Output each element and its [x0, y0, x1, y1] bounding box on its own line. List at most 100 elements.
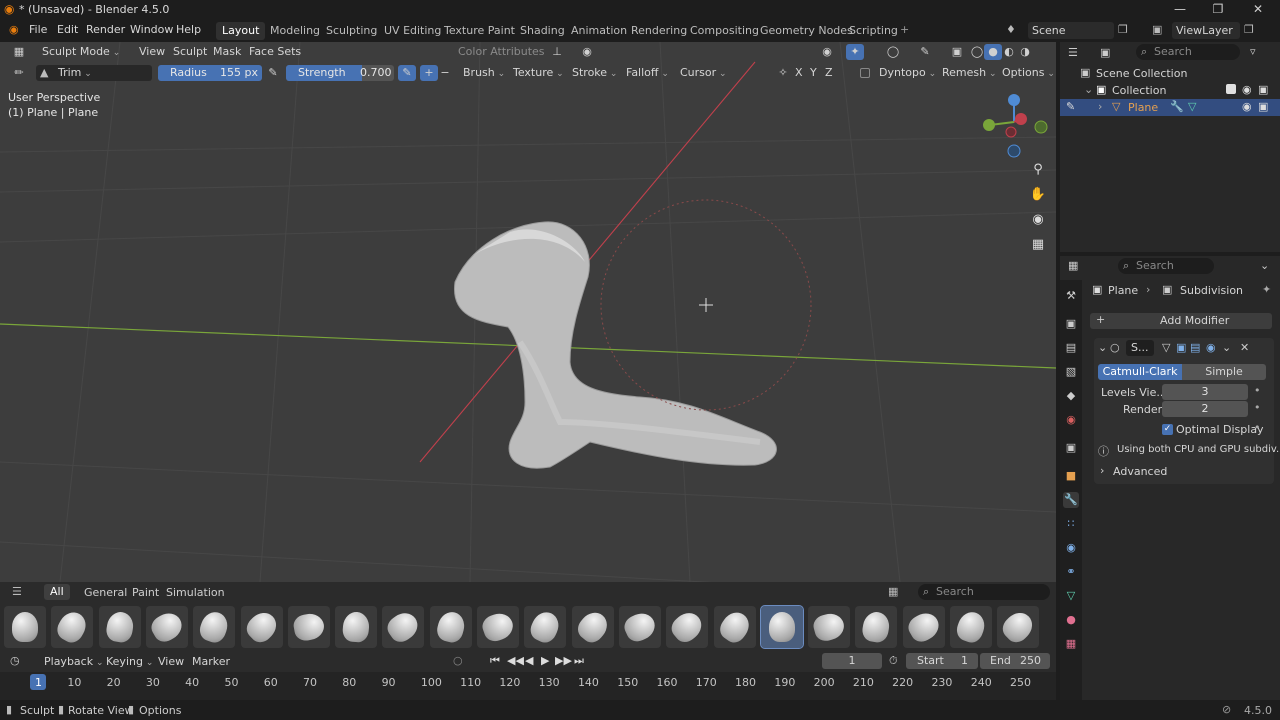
shelf-tab-all[interactable]: All — [44, 584, 70, 600]
keyframe-dot-icon[interactable]: • — [1254, 384, 1261, 397]
menu-face-sets[interactable]: Face Sets — [249, 45, 301, 58]
start-frame-field[interactable]: Start 1 — [906, 653, 978, 669]
outliner-row-scene-collection[interactable]: ▣ Scene Collection — [1060, 65, 1280, 82]
remesh-menu[interactable]: Remesh — [942, 66, 997, 79]
tab-texture-paint[interactable]: Texture Paint — [438, 22, 521, 40]
subtract-direction-icon[interactable]: − — [436, 65, 454, 81]
tab-compositing[interactable]: Compositing — [684, 22, 765, 40]
object-tab-icon[interactable]: ■ — [1063, 468, 1079, 484]
prev-keyframe-icon[interactable]: ◀◀ — [507, 654, 524, 667]
render-tab-icon[interactable]: ▣ — [1063, 316, 1079, 332]
new-view-layer-icon[interactable]: ❐ — [1244, 23, 1254, 36]
collapse-arrow-icon[interactable]: ⌄ — [1098, 341, 1107, 354]
view-layer-tab-icon[interactable]: ▧ — [1063, 364, 1079, 380]
menu-help[interactable]: Help — [176, 23, 201, 36]
tab-layout[interactable]: Layout — [216, 22, 266, 40]
cage-toggle-icon[interactable]: ▣ — [1176, 341, 1186, 354]
axis-y-toggle[interactable]: Y — [810, 66, 817, 79]
blender-menu-icon[interactable]: ◉ — [9, 23, 19, 36]
properties-options-icon[interactable]: ⌄ — [1260, 259, 1269, 272]
pivot-icon[interactable]: ◉ — [578, 44, 596, 60]
viewport-toggle-icon[interactable]: ▤ — [1190, 341, 1200, 354]
strength-pressure-icon[interactable]: ✎ — [398, 65, 416, 81]
data-tab-icon[interactable]: ▽ — [1063, 588, 1079, 604]
shelf-display-icon[interactable]: ▦ — [888, 585, 898, 598]
camera-view-icon[interactable]: ◉ — [1028, 212, 1048, 232]
keying-menu[interactable]: Keying — [106, 655, 153, 668]
modifier-tab-icon[interactable]: 🔧 — [1063, 492, 1079, 508]
axis-z-toggle[interactable]: Z — [825, 66, 833, 79]
properties-editor-icon[interactable]: ▦ — [1068, 259, 1078, 272]
particles-tab-icon[interactable]: ∷ — [1063, 516, 1079, 532]
view-layer-icon[interactable]: ▣ — [1152, 23, 1162, 36]
brush-thumbnail[interactable] — [759, 605, 804, 649]
close-icon[interactable]: ✕ — [1248, 2, 1268, 18]
brush-thumbnail[interactable] — [571, 606, 614, 648]
brush-thumbnail[interactable] — [477, 606, 519, 648]
outliner-row-plane[interactable]: ✎ › ▽ Plane 🔧 ▽ ◉ ▣ — [1060, 99, 1280, 116]
outliner-row-collection[interactable]: ⌄ ▣ Collection ◉ ▣ — [1060, 82, 1280, 99]
brush-thumbnail[interactable] — [666, 606, 709, 648]
timeline-view-menu[interactable]: View — [158, 655, 184, 668]
brush-thumbnail[interactable] — [429, 606, 472, 648]
menu-file[interactable]: File — [29, 23, 47, 36]
stroke-menu[interactable]: Stroke — [572, 66, 617, 79]
next-keyframe-icon[interactable]: ▶▶ — [555, 654, 572, 667]
brush-thumbnail[interactable] — [98, 606, 141, 648]
play-icon[interactable]: ▶ — [541, 654, 549, 667]
collection-tab-icon[interactable]: ▣ — [1063, 440, 1079, 456]
ortho-grid-icon[interactable]: ▦ — [1028, 237, 1048, 257]
filter-icon[interactable]: ▿ — [1250, 45, 1256, 58]
tab-scripting[interactable]: Scripting — [843, 22, 904, 40]
remove-modifier-icon[interactable]: ✕ — [1240, 341, 1249, 354]
radius-pressure-icon[interactable]: ✎ — [264, 65, 282, 81]
timeline-ruler[interactable]: 1 10 20 30 40 50 60 70 80 90 100 110 120 130 140 150 160… — [0, 672, 1056, 700]
shelf-tab-paint[interactable]: Paint — [132, 586, 159, 599]
jump-end-icon[interactable]: ⏭ — [574, 654, 584, 668]
outliner-search-input[interactable]: Search — [1136, 44, 1240, 60]
advanced-arrow-icon[interactable]: › — [1100, 464, 1104, 477]
scene-selector[interactable]: Scene — [1028, 22, 1114, 39]
playback-menu[interactable]: Playback — [44, 655, 104, 668]
pan-hand-icon[interactable]: ✋ — [1028, 187, 1048, 207]
render-camera-icon[interactable]: ▣ — [1258, 83, 1268, 96]
catmull-clark-button[interactable]: Catmull-Clark — [1098, 364, 1182, 380]
symmetry-icon[interactable]: ⊥ — [548, 44, 566, 60]
simple-button[interactable]: Simple — [1182, 364, 1266, 380]
new-scene-icon[interactable]: ❐ — [1118, 23, 1128, 36]
shelf-tab-simulation[interactable]: Simulation — [166, 586, 225, 599]
menu-sculpt[interactable]: Sculpt — [173, 45, 207, 58]
menu-window[interactable]: Window — [130, 23, 173, 36]
brush-thumbnail[interactable] — [902, 606, 945, 648]
minimize-icon[interactable]: — — [1170, 2, 1190, 18]
expand-arrow-icon[interactable]: › — [1098, 100, 1102, 113]
physics-tab-icon[interactable]: ◉ — [1063, 540, 1079, 556]
brush-thumbnail[interactable] — [287, 606, 330, 648]
auto-key-icon[interactable]: ○ — [453, 654, 463, 667]
hide-eye-icon[interactable]: ◉ — [1242, 100, 1252, 113]
properties-search-input[interactable]: Search — [1118, 258, 1214, 274]
keyframe-dot-icon[interactable]: • — [1254, 401, 1261, 414]
falloff-menu[interactable]: Falloff — [626, 66, 669, 79]
tab-sculpting[interactable]: Sculpting — [320, 22, 383, 40]
play-reverse-icon[interactable]: ◀ — [525, 654, 533, 667]
advanced-subpanel[interactable]: Advanced — [1113, 465, 1167, 478]
tab-animation[interactable]: Animation — [565, 22, 633, 40]
brush-thumbnail[interactable] — [382, 606, 425, 648]
toggle-xray-icon[interactable]: ▣ — [948, 44, 966, 60]
scene-icon[interactable]: ♦ — [1006, 23, 1016, 36]
color-attributes-menu[interactable]: Color Attributes — [458, 45, 545, 58]
brush-thumbnail[interactable] — [808, 606, 851, 648]
brush-menu[interactable]: Brush — [463, 66, 505, 79]
outliner-editor-icon[interactable]: ☰ — [1068, 46, 1078, 59]
constraints-tab-icon[interactable]: ⚭ — [1063, 564, 1079, 580]
overlay-icon[interactable]: ◯ — [884, 44, 902, 60]
shelf-menu-icon[interactable]: ☰ — [12, 585, 22, 598]
editor-type-icon[interactable]: ▦ — [10, 44, 28, 60]
mode-selector[interactable]: Sculpt Mode — [42, 45, 120, 58]
texture-tab-icon[interactable]: ▦ — [1063, 636, 1079, 652]
shelf-tab-general[interactable]: General — [84, 586, 127, 599]
brush-thumbnail[interactable] — [335, 606, 378, 648]
tab-rendering[interactable]: Rendering — [625, 22, 693, 40]
options-menu[interactable]: Options — [1002, 66, 1055, 79]
